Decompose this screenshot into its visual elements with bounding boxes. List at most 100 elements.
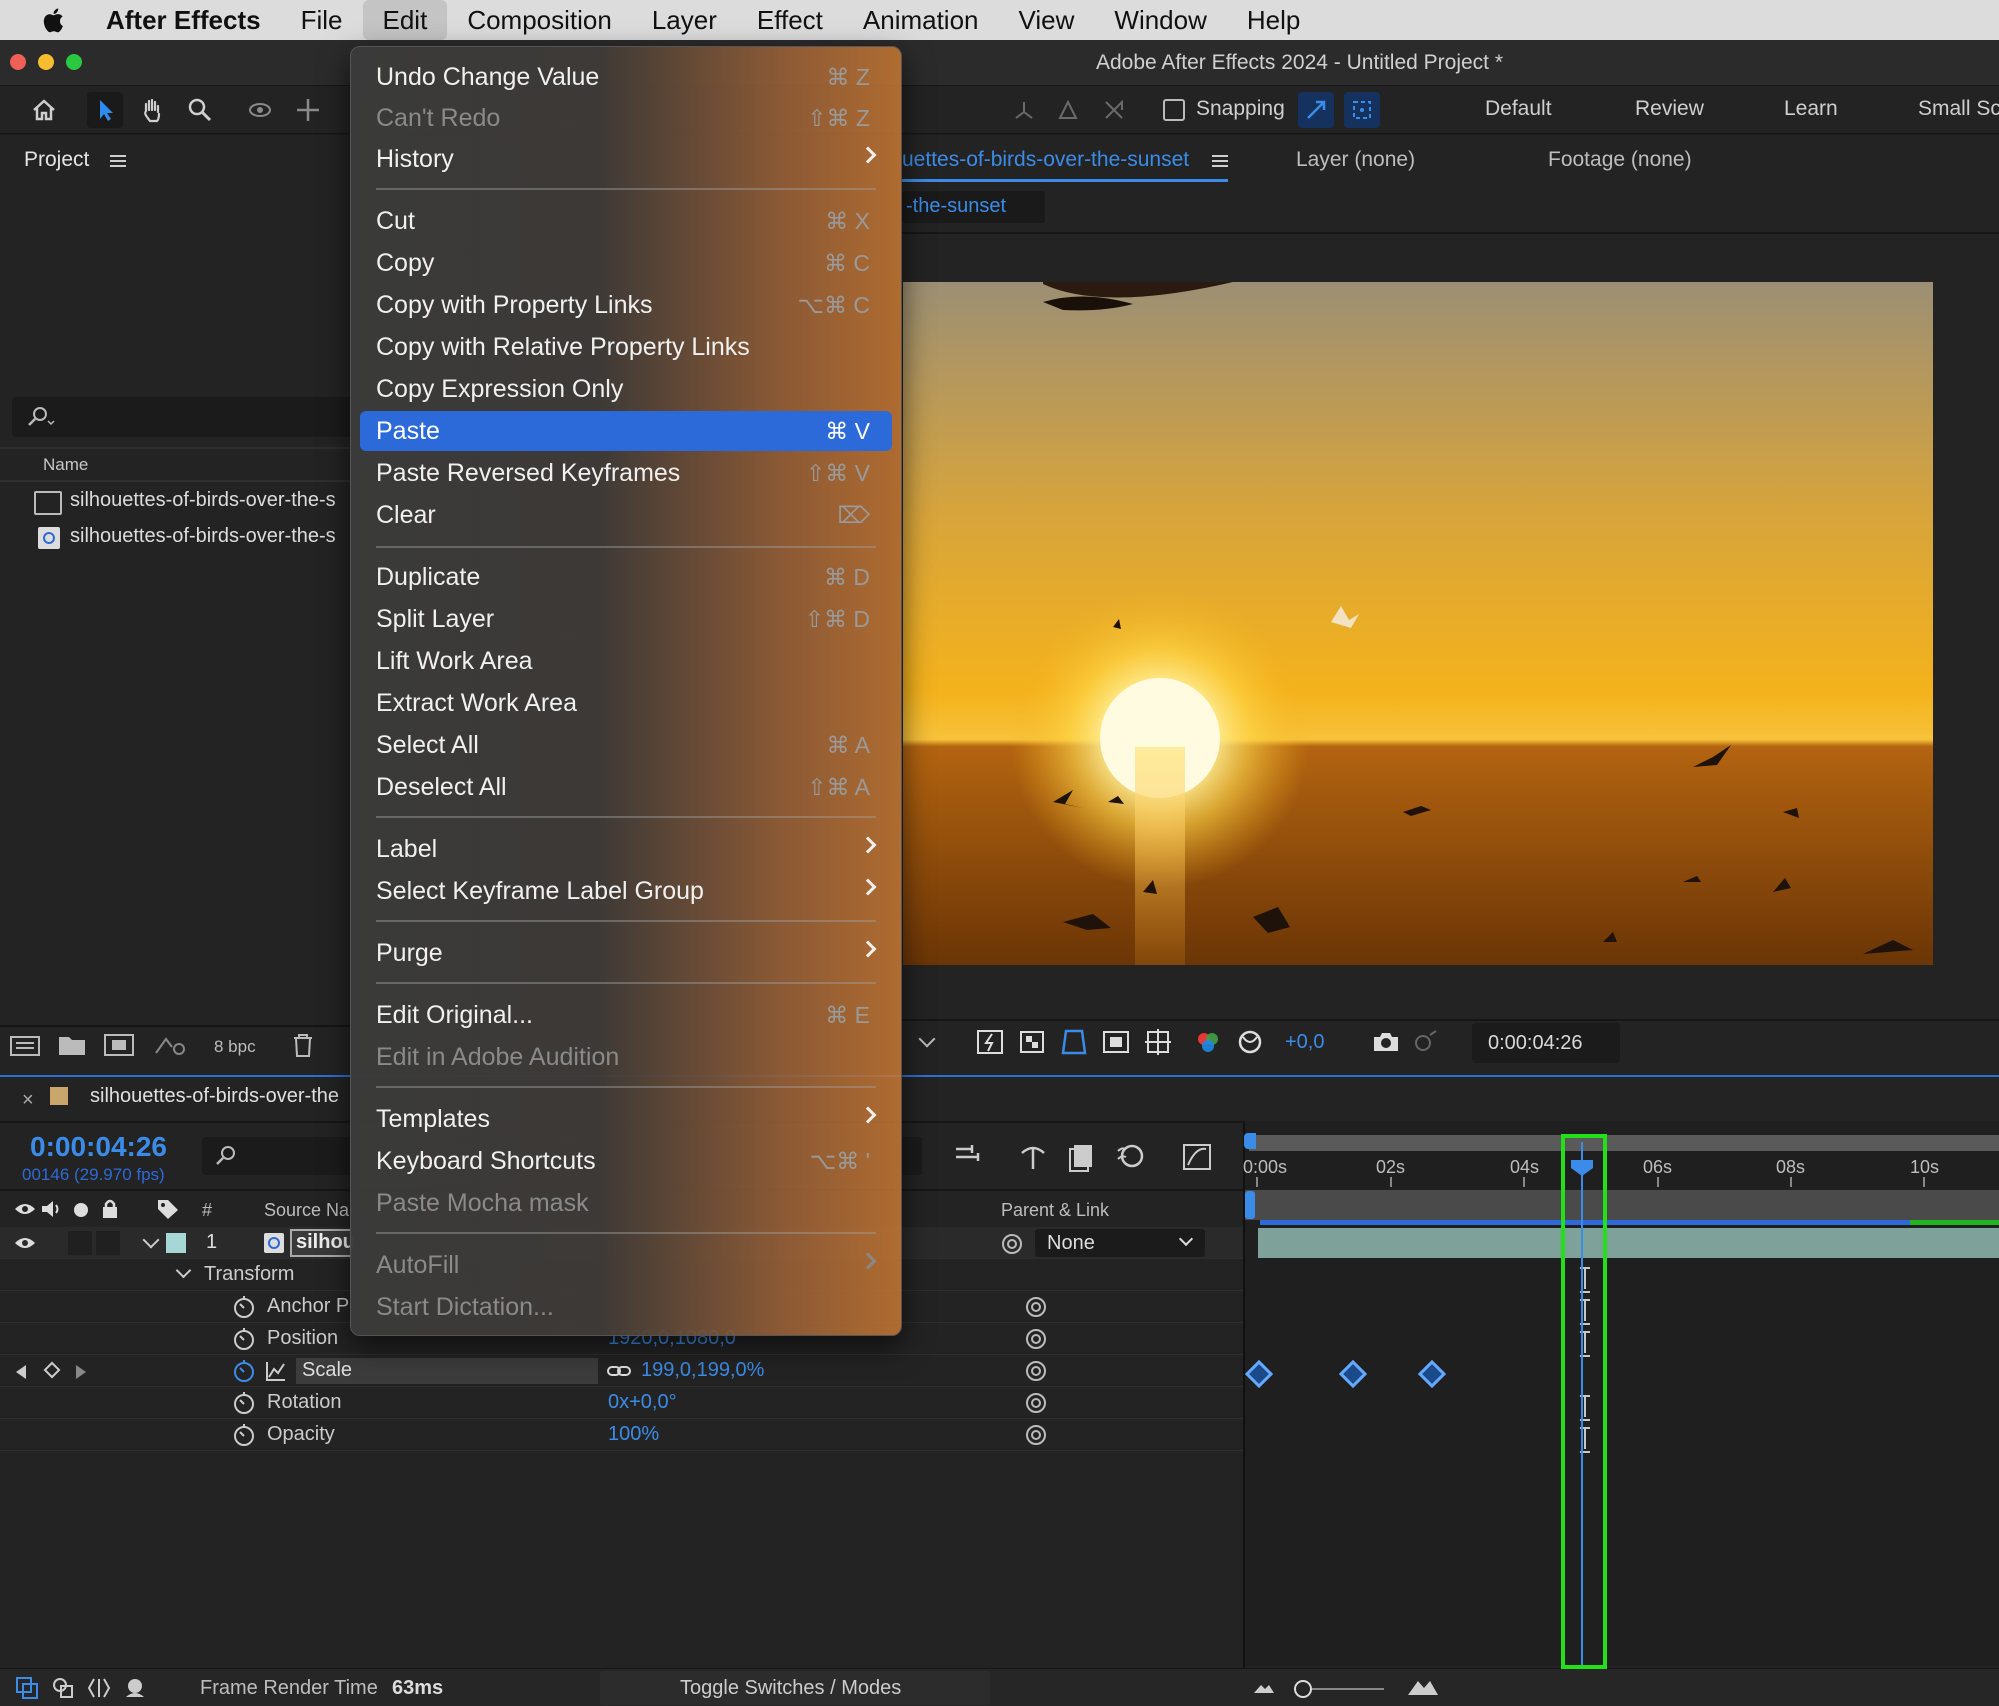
magnification-dropdown[interactable] xyxy=(907,1025,947,1061)
layer-name[interactable]: silhou xyxy=(296,1231,355,1254)
next-keyframe-icon[interactable] xyxy=(76,1365,86,1379)
render-time-toggle-icon[interactable] xyxy=(122,1675,150,1701)
snapping-checkbox[interactable] xyxy=(1160,92,1188,128)
label-tag-icon[interactable] xyxy=(156,1198,180,1220)
layer-label-color[interactable] xyxy=(166,1233,186,1253)
edit-menu-item-undo-change-value[interactable]: Undo Change Value ⌘ Z xyxy=(360,57,892,97)
show-snapshot-icon[interactable] xyxy=(1410,1027,1440,1057)
trash-icon[interactable] xyxy=(290,1031,316,1059)
layer-switches-toggle-icon[interactable] xyxy=(14,1675,40,1701)
timeline-timecode[interactable]: 0:00:04:26 xyxy=(30,1131,167,1163)
work-area-start-handle[interactable] xyxy=(1244,1133,1256,1149)
reset-exposure-icon[interactable] xyxy=(1235,1027,1265,1057)
edit-menu-item-lift-work-area[interactable]: Lift Work Area xyxy=(360,641,892,681)
edit-menu-item-copy[interactable]: Copy ⌘ C xyxy=(360,243,892,283)
edit-menu-item-can-t-redo[interactable]: Can't Redo ⇧⌘ Z xyxy=(360,98,892,138)
apple-icon[interactable] xyxy=(34,5,74,35)
edit-menu-item-edit-in-adobe-audition[interactable]: Edit in Adobe Audition xyxy=(360,1037,892,1077)
timeline-comp-tab[interactable]: silhouettes-of-birds-over-the xyxy=(90,1085,339,1108)
edit-menu-item-purge[interactable]: Purge xyxy=(360,933,892,973)
new-composition-icon[interactable] xyxy=(102,1031,136,1059)
menu-help[interactable]: Help xyxy=(1227,0,1320,40)
expression-pickwhip-icon[interactable] xyxy=(1024,1392,1048,1414)
bit-depth-button[interactable]: 8 bpc xyxy=(214,1037,256,1057)
project-settings-icon[interactable] xyxy=(152,1031,188,1059)
home-icon[interactable] xyxy=(26,92,62,128)
edit-menu-item-cut[interactable]: Cut ⌘ X xyxy=(360,201,892,241)
hand-tool-icon[interactable] xyxy=(134,92,170,128)
expression-pickwhip-icon[interactable] xyxy=(1024,1296,1048,1318)
pan-camera-icon[interactable] xyxy=(290,92,326,128)
layer-lock-box[interactable] xyxy=(96,1231,120,1255)
layer-expand-chevron-icon[interactable] xyxy=(142,1231,160,1249)
menu-animation[interactable]: Animation xyxy=(843,0,999,40)
audio-switch-icon[interactable] xyxy=(40,1199,62,1219)
stopwatch-active-icon[interactable] xyxy=(232,1359,256,1383)
transfer-controls-toggle-icon[interactable] xyxy=(50,1675,76,1701)
project-item-footage[interactable]: silhouettes-of-birds-over-the-s xyxy=(70,525,336,548)
expression-pickwhip-icon[interactable] xyxy=(1024,1360,1048,1382)
axis-mode-icon[interactable] xyxy=(1006,92,1042,128)
layer-visibility-icon[interactable] xyxy=(14,1235,36,1251)
column-number[interactable]: # xyxy=(202,1200,212,1221)
project-panel-title[interactable]: Project xyxy=(24,148,89,172)
frame-blending-icon[interactable] xyxy=(1066,1139,1100,1173)
column-parent-link[interactable]: Parent & Link xyxy=(1001,1200,1109,1221)
zoom-tool-icon[interactable] xyxy=(182,92,218,128)
snap-edges-icon[interactable] xyxy=(1298,92,1334,128)
edit-menu-item-paste-reversed-keyframes[interactable]: Paste Reversed Keyframes ⇧⌘ V xyxy=(360,453,892,493)
edit-menu-item-autofill[interactable]: AutoFill xyxy=(360,1245,892,1285)
menubar-app-name[interactable]: After Effects xyxy=(86,0,281,40)
column-source-name[interactable]: Source Nar xyxy=(264,1200,355,1221)
channels-icon[interactable] xyxy=(1193,1027,1223,1057)
zoom-out-mountain-icon[interactable] xyxy=(1252,1677,1276,1697)
edit-menu-item-history[interactable]: History xyxy=(360,139,892,179)
zoom-window-button[interactable] xyxy=(66,54,82,70)
property-row-scale[interactable]: Scale 199,0,199,0% xyxy=(0,1355,1245,1387)
minimize-window-button[interactable] xyxy=(38,54,54,70)
close-tab-icon[interactable]: × xyxy=(22,1089,34,1112)
previous-keyframe-icon[interactable] xyxy=(16,1365,26,1379)
edit-menu-item-copy-with-property-links[interactable]: Copy with Property Links ⌥⌘ C xyxy=(360,285,892,325)
workspace-learn[interactable]: Learn xyxy=(1784,97,1838,121)
zoom-in-mountain-icon[interactable] xyxy=(1406,1673,1440,1699)
region-of-interest-icon[interactable] xyxy=(1101,1027,1131,1057)
workspace-small-screen[interactable]: Small Sc xyxy=(1918,97,1999,121)
edit-menu-item-label[interactable]: Label xyxy=(360,829,892,869)
selection-tool-icon[interactable] xyxy=(87,92,123,128)
motion-blur-icon[interactable] xyxy=(1114,1139,1148,1173)
menu-window[interactable]: Window xyxy=(1094,0,1226,40)
edit-menu-item-templates[interactable]: Templates xyxy=(360,1099,892,1139)
pickwhip-icon[interactable] xyxy=(1000,1233,1024,1255)
edit-menu-item-paste-mocha-mask[interactable]: Paste Mocha mask xyxy=(360,1183,892,1223)
edit-menu-item-copy-with-relative-property-links[interactable]: Copy with Relative Property Links xyxy=(360,327,892,367)
tab-footage[interactable]: Footage (none) xyxy=(1548,148,1692,172)
snap-features-icon[interactable] xyxy=(1344,92,1380,128)
stopwatch-icon[interactable] xyxy=(232,1391,256,1415)
menu-effect[interactable]: Effect xyxy=(737,0,843,40)
graph-icon[interactable] xyxy=(264,1359,288,1383)
composition-panel-menu-icon[interactable] xyxy=(1212,155,1228,167)
property-value-scale[interactable]: 199,0,199,0% xyxy=(641,1359,764,1382)
edit-menu-item-keyboard-shortcuts[interactable]: Keyboard Shortcuts ⌥⌘ ' xyxy=(360,1141,892,1181)
view-axis-icon[interactable] xyxy=(1096,92,1132,128)
property-value-rotation[interactable]: 0x+0,0° xyxy=(608,1391,677,1414)
menu-file[interactable]: File xyxy=(281,0,363,40)
panel-menu-icon[interactable] xyxy=(110,155,126,167)
workspace-default[interactable]: Default xyxy=(1485,97,1552,121)
grid-guides-icon[interactable] xyxy=(1143,1027,1173,1057)
edit-menu-item-extract-work-area[interactable]: Extract Work Area xyxy=(360,683,892,723)
parent-dropdown[interactable]: None xyxy=(1035,1229,1205,1257)
menu-edit[interactable]: Edit xyxy=(362,0,448,40)
project-column-name[interactable]: Name xyxy=(43,455,88,475)
in-out-toggle-icon[interactable] xyxy=(86,1675,112,1701)
stopwatch-icon[interactable] xyxy=(232,1295,256,1319)
edit-menu-item-select-all[interactable]: Select All ⌘ A xyxy=(360,725,892,765)
work-area-bar[interactable] xyxy=(1249,1135,1999,1151)
menu-composition[interactable]: Composition xyxy=(447,0,632,40)
tab-composition[interactable]: uettes-of-birds-over-the-sunset xyxy=(902,148,1189,172)
tab-layer[interactable]: Layer (none) xyxy=(1296,148,1415,172)
fast-previews-icon[interactable] xyxy=(975,1027,1005,1057)
add-keyframe-icon[interactable] xyxy=(43,1361,61,1379)
property-row-rotation[interactable]: Rotation 0x+0,0° xyxy=(0,1387,1245,1419)
